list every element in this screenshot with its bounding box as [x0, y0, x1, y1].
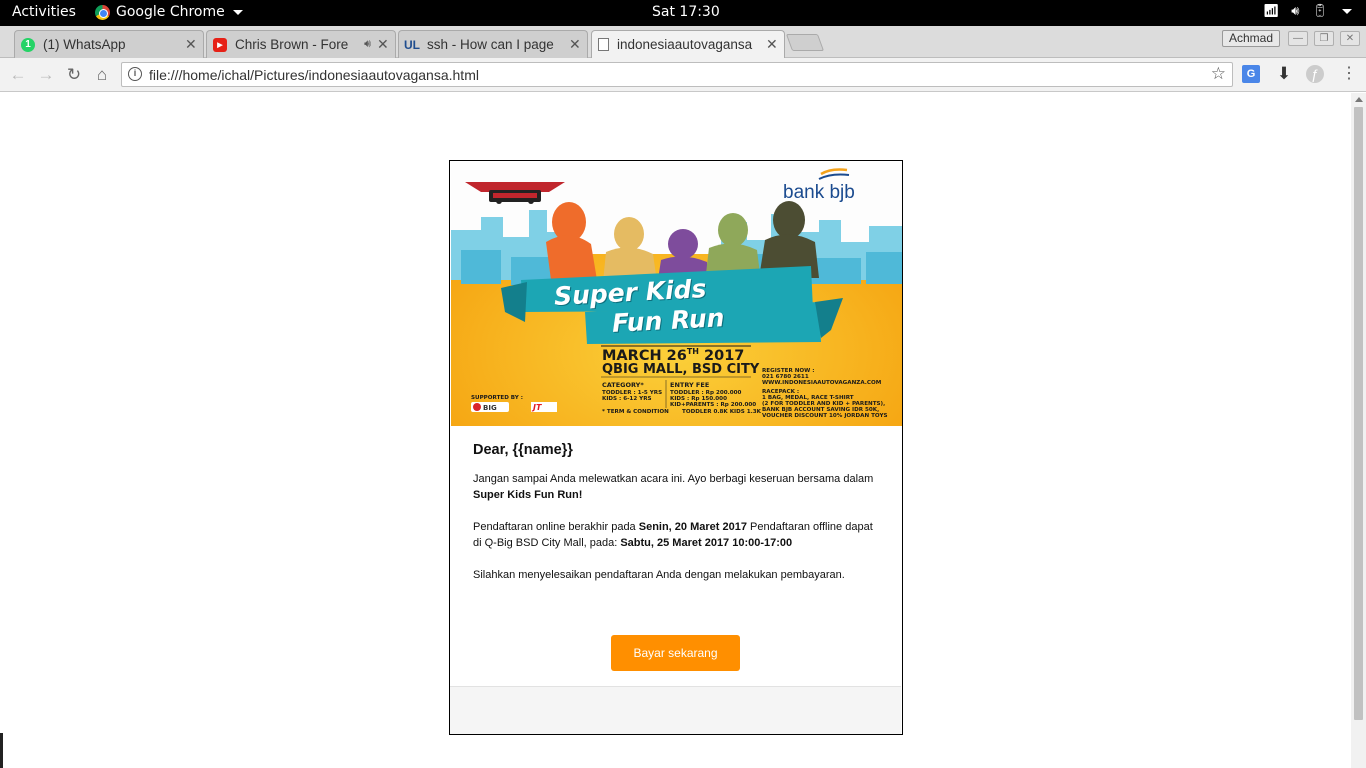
maximize-icon[interactable]: ❐ — [1314, 31, 1334, 46]
chrome-icon — [95, 4, 110, 20]
whatsapp-icon: 1 — [21, 37, 35, 52]
close-icon[interactable]: ✕ — [185, 36, 197, 53]
banner-venue: QBIG MALL, BSD CITY — [602, 362, 760, 377]
svg-text:JT: JT — [531, 403, 542, 412]
volume-icon[interactable]: 🔊︎ — [1291, 4, 1299, 19]
app-menu[interactable]: Google Chrome — [95, 4, 243, 20]
close-icon[interactable]: ✕ — [766, 36, 778, 53]
reload-icon[interactable]: ↻ — [63, 64, 85, 86]
register-line: WWW.INDONESIAAUTOVAGANZA.COM — [762, 380, 882, 386]
info-icon[interactable]: i — [128, 67, 142, 81]
tab-title: Chris Brown - Fore — [235, 37, 349, 52]
close-icon[interactable]: ✕ — [377, 36, 389, 53]
greeting: Dear, {{name}} — [473, 442, 573, 458]
vertical-scrollbar[interactable] — [1351, 93, 1366, 768]
gnome-top-bar: Activities Google Chrome Sat 17:30 📶︎ 🔊︎… — [0, 0, 1366, 26]
racepack-line: VOUCHER DISCOUNT 10% JORDAN TOYS — [762, 413, 888, 419]
minimize-icon[interactable]: — — [1288, 31, 1308, 46]
svg-text:BIG: BIG — [483, 404, 497, 412]
bank-bjb-logo: bank bjb — [783, 182, 855, 203]
google-translate-icon[interactable]: G — [1242, 65, 1260, 83]
home-icon[interactable]: ⌂ — [91, 64, 113, 86]
fee-header: ENTRY FEE — [670, 381, 710, 389]
terms-label: * TERM & CONDITION — [602, 409, 669, 415]
email-card: BIG JT bank bjb Super Kids Fun Run MARCH… — [449, 160, 903, 735]
tab-title: indonesiaautovagansa — [617, 37, 753, 52]
tab-title: ssh - How can I page — [427, 37, 554, 52]
tab-strip: 1 (1) WhatsApp ✕ ▶ Chris Brown - Fore 🔊︎… — [0, 26, 1366, 58]
download-icon[interactable]: ⬇ — [1275, 65, 1293, 83]
chevron-down-icon — [232, 9, 243, 15]
clock[interactable]: Sat 17:30 — [652, 4, 720, 20]
browser-toolbar: ← → ↻ ⌂ i file:///home/ichal/Pictures/in… — [0, 58, 1366, 92]
back-icon[interactable]: ← — [7, 64, 29, 86]
tab-youtube[interactable]: ▶ Chris Brown - Fore 🔊︎ ✕ — [206, 30, 396, 58]
email-body: Dear, {{name}} Jangan sampai Anda melewa… — [473, 442, 883, 599]
tab-title: (1) WhatsApp — [43, 37, 126, 52]
document-icon — [598, 38, 609, 51]
event-banner: BIG JT bank bjb Super Kids Fun Run MARCH… — [451, 162, 902, 426]
paragraph-invite: Jangan sampai Anda melewatkan acara ini.… — [473, 473, 874, 501]
close-icon[interactable]: ✕ — [569, 36, 581, 53]
paragraph-payment: Silahkan menyelesaikan pendaftaran Anda … — [473, 569, 845, 581]
system-tray[interactable]: 📶︎ 🔊︎ 🔋︎ — [1263, 4, 1352, 19]
tab-unix-stackexchange[interactable]: UL ssh - How can I page ✕ — [398, 30, 588, 58]
address-bar[interactable]: i file:///home/ichal/Pictures/indonesiaa… — [121, 62, 1233, 87]
battery-icon[interactable]: 🔋︎ — [1311, 4, 1328, 19]
speaker-icon[interactable]: 🔊︎ — [364, 38, 371, 51]
activities-button[interactable]: Activities — [12, 4, 76, 20]
tab-whatsapp[interactable]: 1 (1) WhatsApp ✕ — [14, 30, 204, 58]
scroll-up-arrow[interactable] — [1355, 97, 1363, 102]
app-menu-label: Google Chrome — [116, 4, 225, 20]
url-text[interactable]: file:///home/ichal/Pictures/indonesiaaut… — [149, 67, 479, 83]
banner-title-line2: Fun Run — [611, 303, 726, 338]
wifi-icon[interactable]: 📶︎ — [1263, 4, 1280, 19]
supported-by-label: SUPPORTED BY : — [471, 395, 524, 401]
category-line: KIDS : 6-12 YRS — [602, 396, 652, 402]
pay-now-button[interactable]: Bayar sekarang — [611, 635, 740, 671]
distance-label: TODDLER 0.8K KIDS 1.3K — [682, 409, 761, 415]
paragraph-registration: Pendaftaran online berakhir pada Senin, … — [473, 521, 873, 549]
new-tab-button[interactable] — [785, 34, 825, 51]
unix-linux-icon: UL — [404, 37, 420, 52]
email-footer — [450, 686, 901, 734]
close-window-icon[interactable]: ✕ — [1340, 31, 1360, 46]
tab-indonesiaautovagansa[interactable]: indonesiaautovagansa ✕ — [591, 30, 785, 58]
profile-button[interactable]: Achmad — [1222, 30, 1281, 47]
menu-icon[interactable]: ⋮ — [1340, 65, 1358, 83]
forward-icon[interactable]: → — [35, 64, 57, 86]
bookmark-star-icon[interactable]: ☆ — [1211, 64, 1226, 84]
chevron-down-icon[interactable] — [1342, 9, 1352, 14]
window-edge — [0, 733, 3, 768]
extension-icon[interactable]: ƒ — [1306, 65, 1324, 83]
scrollbar-thumb[interactable] — [1354, 107, 1363, 720]
category-header: CATEGORY* — [602, 381, 644, 389]
fee-line: KID+PARENTS : Rp 200.000 — [670, 402, 757, 408]
youtube-icon: ▶ — [213, 37, 227, 52]
